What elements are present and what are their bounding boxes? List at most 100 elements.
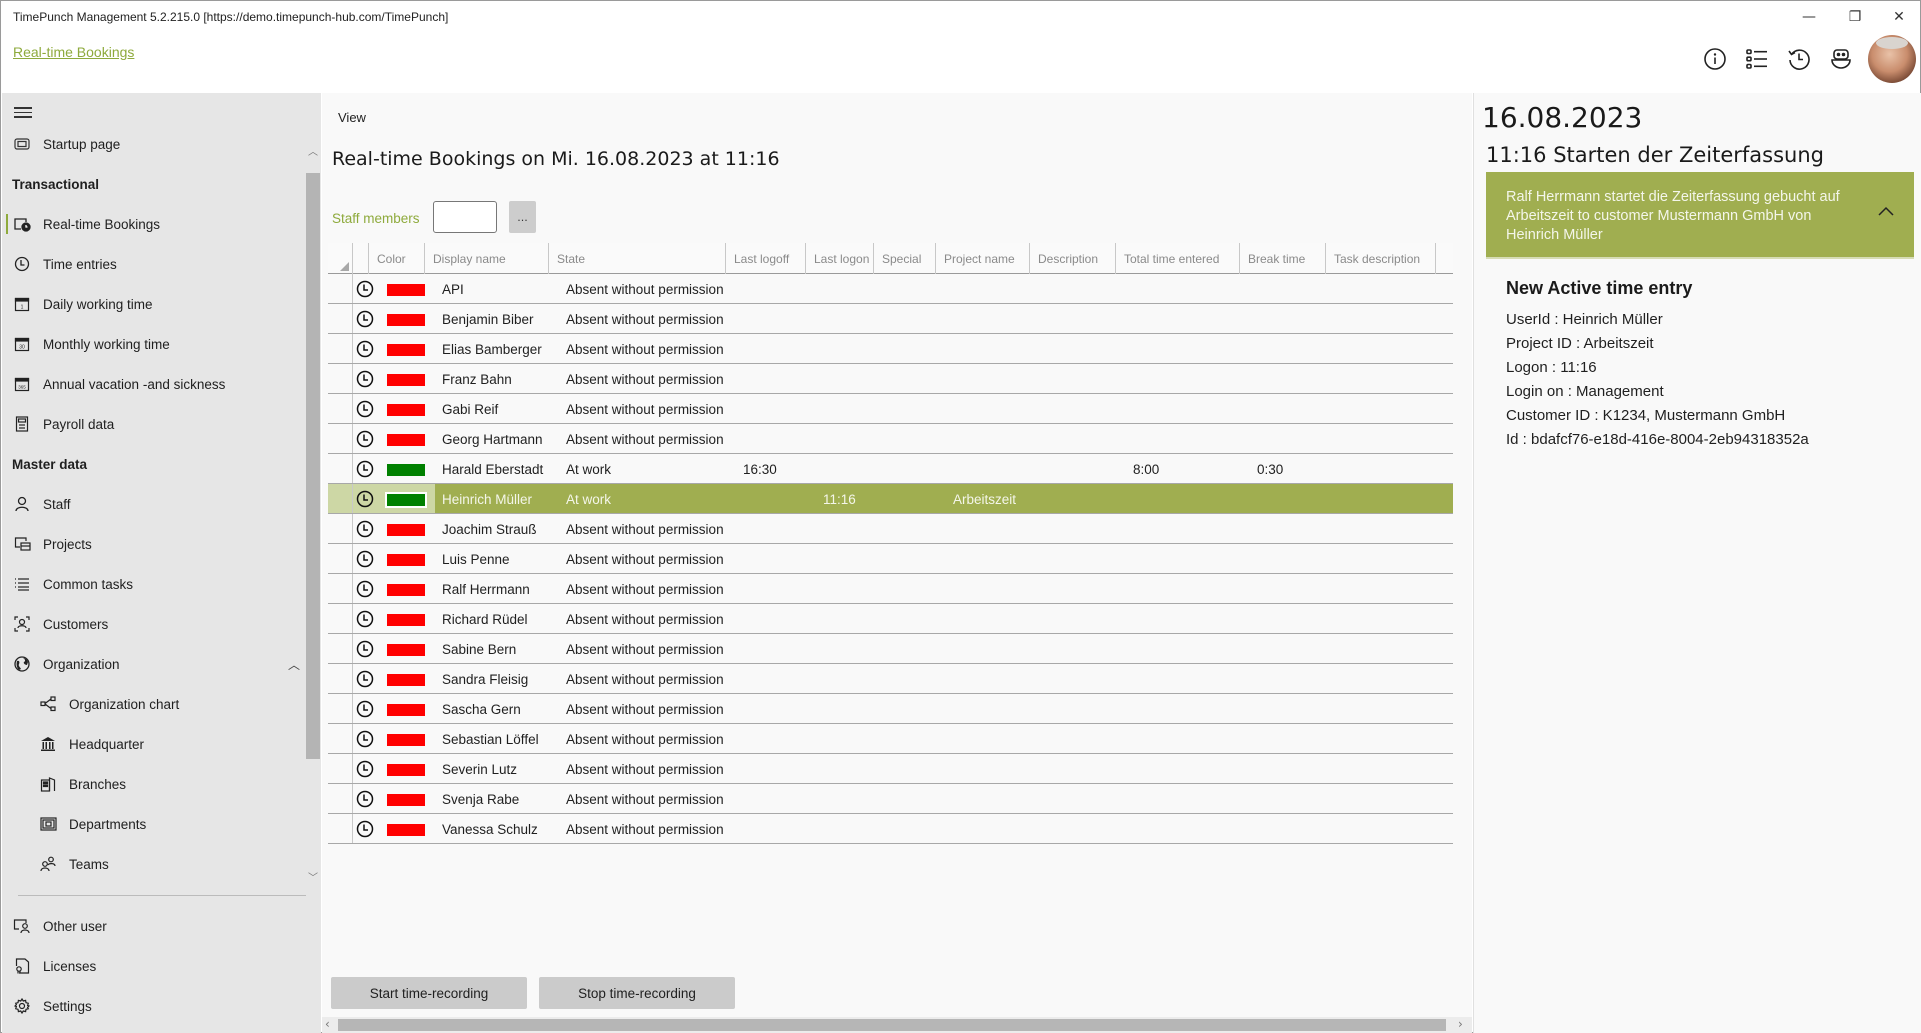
view-menu[interactable]: View	[338, 110, 366, 125]
clock-icon[interactable]	[356, 460, 374, 478]
sidebar-scrollbar[interactable]	[306, 173, 320, 759]
sidebar-item-settings[interactable]: Settings	[2, 986, 302, 1026]
sidebar-item-licenses[interactable]: Licenses	[2, 946, 302, 986]
row-header[interactable]	[328, 724, 353, 753]
clock-icon[interactable]	[356, 400, 374, 418]
breadcrumb-realtime-bookings[interactable]: Real-time Bookings	[13, 44, 134, 60]
clock-icon[interactable]	[356, 490, 374, 508]
clock-icon[interactable]	[356, 520, 374, 538]
sidebar-item-organization[interactable]: Organization ︿	[2, 644, 302, 684]
row-header[interactable]	[328, 814, 353, 843]
table-row[interactable]: API Absent without permission	[328, 274, 1453, 304]
info-button[interactable]	[1700, 44, 1730, 74]
sidebar-item-payroll-data[interactable]: Payroll data	[2, 404, 302, 444]
table-row[interactable]: Vanessa Schulz Absent without permission	[328, 814, 1453, 844]
scroll-left-icon[interactable]: ‹	[325, 1017, 330, 1031]
row-header[interactable]	[328, 754, 353, 783]
clock-icon[interactable]	[356, 430, 374, 448]
sidebar-item-staff[interactable]: Staff	[2, 484, 302, 524]
row-header[interactable]	[328, 694, 353, 723]
restore-button[interactable]: ❐	[1832, 1, 1878, 33]
table-row[interactable]: Ralf Herrmann Absent without permission	[328, 574, 1453, 604]
row-header[interactable]	[328, 664, 353, 693]
row-header[interactable]	[328, 424, 353, 453]
event-card[interactable]: Ralf Herrmann startet die Zeiterfassung …	[1486, 172, 1914, 259]
sidebar-scroll-up[interactable]: ︿	[308, 143, 318, 158]
sidebar-item-projects[interactable]: Projects	[2, 524, 302, 564]
hamburger-menu-icon[interactable]	[14, 107, 32, 119]
clock-icon[interactable]	[356, 580, 374, 598]
column-header-total-time[interactable]: Total time entered	[1116, 243, 1240, 274]
clock-icon[interactable]	[356, 340, 374, 358]
row-header[interactable]	[328, 544, 353, 573]
row-header[interactable]	[328, 394, 353, 423]
minimize-button[interactable]: —	[1786, 1, 1832, 33]
table-row[interactable]: Benjamin Biber Absent without permission	[328, 304, 1453, 334]
sidebar-item-realtime-bookings[interactable]: Real-time Bookings	[2, 204, 302, 244]
row-header[interactable]	[328, 304, 353, 333]
row-header[interactable]	[328, 274, 353, 303]
row-header[interactable]	[328, 574, 353, 603]
table-row[interactable]: Elias Bamberger Absent without permission	[328, 334, 1453, 364]
row-header[interactable]	[328, 784, 353, 813]
column-header-special[interactable]: Special	[874, 243, 936, 274]
row-header[interactable]	[328, 334, 353, 363]
table-row[interactable]: Severin Lutz Absent without permission	[328, 754, 1453, 784]
table-row[interactable]: Svenja Rabe Absent without permission	[328, 784, 1453, 814]
table-row[interactable]: Richard Rüdel Absent without permission	[328, 604, 1453, 634]
row-header[interactable]	[328, 604, 353, 633]
sidebar-scroll-down[interactable]: ﹀	[308, 869, 318, 884]
user-avatar[interactable]	[1868, 35, 1916, 83]
select-all-corner[interactable]	[328, 243, 353, 274]
sidebar-item-branches[interactable]: Branches	[2, 764, 302, 804]
horizontal-scrollbar[interactable]: ‹ ›	[322, 1017, 1472, 1033]
column-header-last-logon[interactable]: Last logon	[806, 243, 874, 274]
sidebar-item-monthly-working-time[interactable]: 30 Monthly working time	[2, 324, 302, 364]
column-header-display-name[interactable]: Display name	[425, 243, 549, 274]
table-row[interactable]: Sandra Fleisig Absent without permission	[328, 664, 1453, 694]
clock-icon[interactable]	[356, 730, 374, 748]
row-header[interactable]	[328, 514, 353, 543]
row-header[interactable]	[328, 484, 353, 513]
table-row[interactable]: Franz Bahn Absent without permission	[328, 364, 1453, 394]
table-row[interactable]: Harald Eberstadt At work 16:30 8:00 0:30	[328, 454, 1453, 484]
stop-time-recording-button[interactable]: Stop time-recording	[539, 977, 735, 1009]
row-header[interactable]	[328, 634, 353, 663]
table-row[interactable]: Joachim Strauß Absent without permission	[328, 514, 1453, 544]
clock-icon[interactable]	[356, 670, 374, 688]
sidebar-item-daily-working-time[interactable]: 1 Daily working time	[2, 284, 302, 324]
column-header-last-logoff[interactable]: Last logoff	[726, 243, 806, 274]
column-header-project-name[interactable]: Project name	[936, 243, 1030, 274]
collapse-chevron-icon[interactable]: ︿	[288, 656, 300, 673]
sidebar-item-other-user[interactable]: Other user	[2, 906, 302, 946]
column-header-task-description[interactable]: Task description	[1326, 243, 1436, 274]
scrollbar-thumb[interactable]	[338, 1019, 1446, 1031]
column-header-state[interactable]: State	[549, 243, 726, 274]
row-header[interactable]	[328, 364, 353, 393]
column-header-color[interactable]: Color	[369, 243, 425, 274]
sidebar-item-annual-vacation[interactable]: 365 Annual vacation -and sickness	[2, 364, 302, 404]
clock-icon[interactable]	[356, 790, 374, 808]
sidebar-item-departments[interactable]: Departments	[2, 804, 302, 844]
sidebar-item-headquarter[interactable]: Headquarter	[2, 724, 302, 764]
sidebar-item-common-tasks[interactable]: Common tasks	[2, 564, 302, 604]
table-row[interactable]: Georg Hartmann Absent without permission	[328, 424, 1453, 454]
sidebar-item-time-entries[interactable]: Time entries	[2, 244, 302, 284]
clock-icon[interactable]	[356, 550, 374, 568]
table-row[interactable]: Heinrich Müller At work 11:16 Arbeitszeit	[328, 484, 1453, 514]
close-button[interactable]: ✕	[1876, 1, 1921, 33]
clock-icon[interactable]	[356, 280, 374, 298]
clock-icon[interactable]	[356, 310, 374, 328]
clock-icon[interactable]	[356, 640, 374, 658]
sidebar-item-startup-page[interactable]: Startup page	[2, 124, 302, 164]
history-button[interactable]	[1784, 44, 1814, 74]
table-row[interactable]: Sebastian Löffel Absent without permissio…	[328, 724, 1453, 754]
chevron-up-icon[interactable]	[1878, 206, 1894, 216]
column-header-icon[interactable]	[353, 243, 369, 274]
column-header-break-time[interactable]: Break time	[1240, 243, 1326, 274]
table-row[interactable]: Sabine Bern Absent without permission	[328, 634, 1453, 664]
clock-icon[interactable]	[356, 820, 374, 838]
clock-icon[interactable]	[356, 370, 374, 388]
list-button[interactable]	[1742, 44, 1772, 74]
clock-icon[interactable]	[356, 610, 374, 628]
